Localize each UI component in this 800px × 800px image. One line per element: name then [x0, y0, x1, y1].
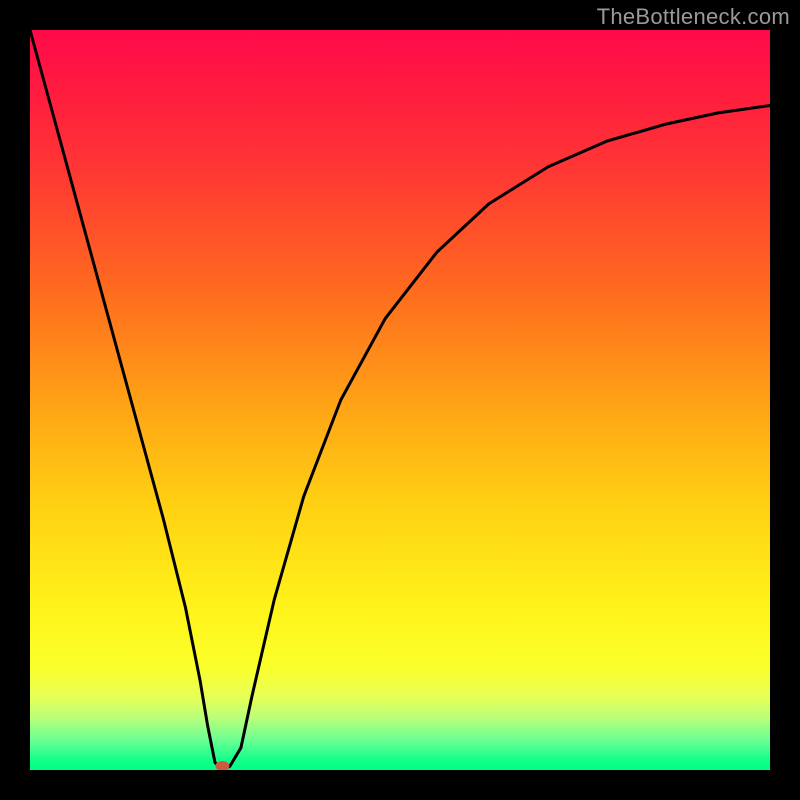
watermark-text: TheBottleneck.com [597, 4, 790, 30]
plot-area [30, 30, 770, 770]
chart-frame: TheBottleneck.com [0, 0, 800, 800]
